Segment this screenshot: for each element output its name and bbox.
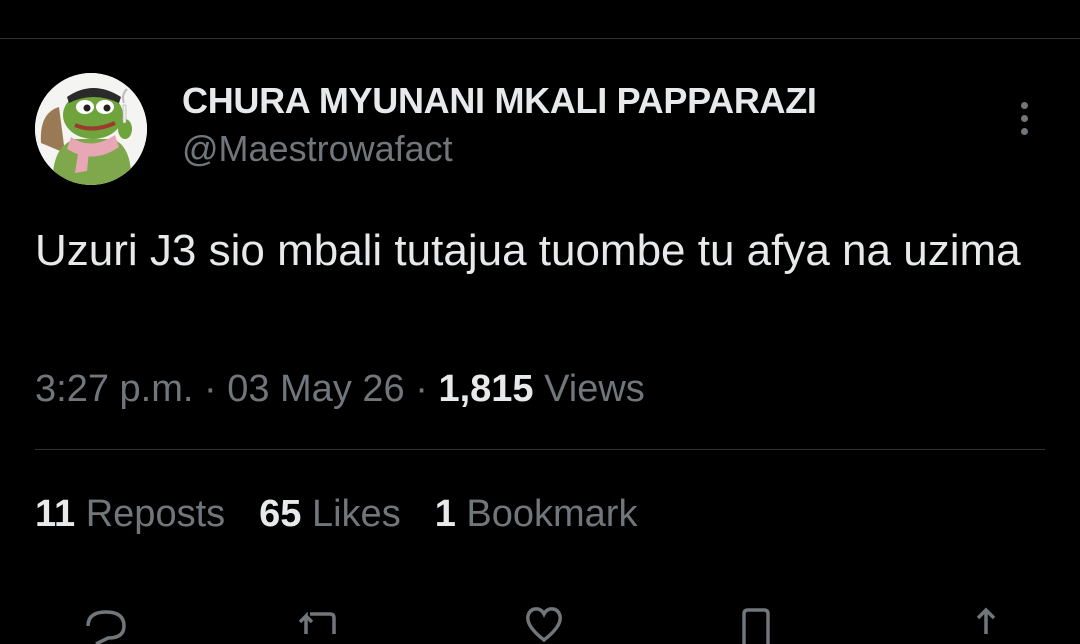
meta-separator: · <box>415 368 428 410</box>
author-handle[interactable]: @Maestrowafact <box>182 128 817 170</box>
reply-icon[interactable] <box>82 604 130 644</box>
pepe-frog-avatar-icon <box>35 73 147 185</box>
likes-label: Likes <box>311 493 401 535</box>
views-count: 1,815 <box>438 368 534 410</box>
more-dot <box>1020 101 1028 109</box>
likes-stat[interactable]: 65 Likes <box>259 490 401 538</box>
tweet-time[interactable]: 3:27 p.m. <box>35 368 193 410</box>
tweet-text: Uzuri J3 sio mbali tutajua tuombe tu afy… <box>35 226 1021 275</box>
likes-count: 65 <box>259 493 302 535</box>
more-dot <box>1020 114 1028 122</box>
top-divider <box>0 38 1080 39</box>
reposts-label: Reposts <box>85 493 226 535</box>
like-icon[interactable] <box>520 604 568 644</box>
bookmark-icon[interactable] <box>732 604 780 644</box>
reposts-count: 11 <box>35 493 76 535</box>
tweet-stats: 11 Reposts 65 Likes 1 Bookmark <box>35 490 637 538</box>
avatar[interactable] <box>35 73 147 185</box>
stats-divider <box>35 449 1045 450</box>
bookmarks-stat[interactable]: 1 Bookmark <box>435 490 638 538</box>
tweet-author[interactable]: CHURA MYUNANI MKALI PAPPARAZI @Maestrowa… <box>182 80 817 170</box>
author-display-name[interactable]: CHURA MYUNANI MKALI PAPPARAZI <box>182 80 817 122</box>
bookmarks-label: Bookmark <box>466 493 638 535</box>
share-icon[interactable] <box>962 604 1010 644</box>
tweet-date[interactable]: 03 May 26 <box>227 368 404 410</box>
more-dot <box>1020 127 1028 135</box>
tweet-actions <box>0 604 1080 644</box>
more-options-button[interactable] <box>1008 98 1040 138</box>
repost-icon[interactable] <box>296 604 344 644</box>
bookmarks-count: 1 <box>434 493 456 535</box>
reposts-stat[interactable]: 11 Reposts <box>35 490 225 538</box>
tweet-meta: 3:27 p.m. · 03 May 26 · 1,815 Views <box>35 365 645 413</box>
meta-separator: · <box>203 368 217 410</box>
views-label: Views <box>544 368 645 410</box>
